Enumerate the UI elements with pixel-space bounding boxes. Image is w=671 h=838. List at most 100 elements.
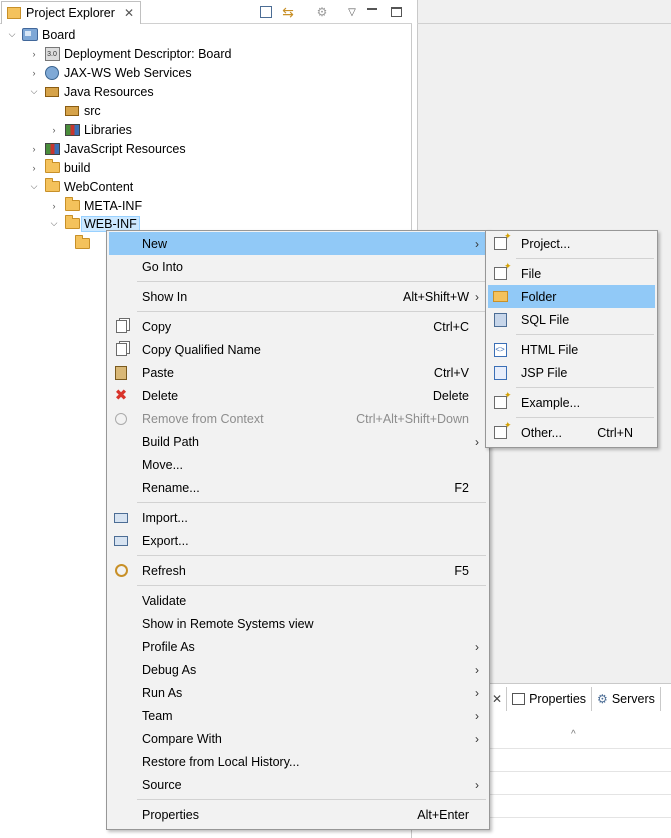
menu-item-compare-with[interactable]: Compare With › [109,727,487,750]
submenu-item-file[interactable]: File [488,261,655,285]
tree-item-libraries[interactable]: › Libraries [48,120,132,139]
menu-item-properties[interactable]: Properties Alt+Enter [109,803,487,826]
collapsed-chevron-icon[interactable]: › [28,68,40,78]
context-menu: New › Go Into Show In Alt+Shift+W › Copy… [106,230,490,830]
menu-item-copy[interactable]: Copy Ctrl+C [109,315,487,338]
menu-item-source[interactable]: Source › [109,773,487,796]
jsp-file-icon [492,365,508,381]
menu-separator [516,258,654,259]
menu-item-export[interactable]: Export... [109,529,487,552]
minimize-icon[interactable] [364,4,380,20]
expanded-chevron-icon[interactable]: ⌵ [28,181,40,192]
submenu-item-example[interactable]: Example... [488,390,655,414]
submenu-arrow-icon: › [475,289,479,304]
new-other-icon [492,420,512,441]
export-icon [113,533,129,549]
expanded-chevron-icon[interactable]: ⌵ [48,218,60,229]
menu-item-rename[interactable]: Rename... F2 [109,476,487,499]
tab-servers[interactable]: ⚙ Servers [592,687,661,711]
menu-item-delete[interactable]: ✖ Delete Delete [109,384,487,407]
menu-item-validate[interactable]: Validate [109,589,487,612]
submenu-item-jsp-file[interactable]: JSP File [488,361,655,384]
tab-properties[interactable]: Properties [507,687,593,711]
sort-caret-icon[interactable]: ^ [571,729,576,740]
view-menu-icon[interactable]: ▽ [344,4,360,20]
menu-item-go-into[interactable]: Go Into [109,255,487,278]
collapsed-chevron-icon[interactable]: › [28,144,40,154]
paste-icon [113,365,129,381]
collapsed-chevron-icon[interactable]: › [48,201,60,211]
submenu-arrow-icon: › [475,434,479,449]
tree-item-board[interactable]: ⌵ Board [6,25,76,44]
menu-item-remove-from-context: Remove from Context Ctrl+Alt+Shift+Down [109,407,487,430]
tree-item-web-inf-child[interactable] [70,234,94,253]
explorer-header: Project Explorer ✕ ⇆ ⚙ ▽ [0,0,412,24]
tree-item-label: WebContent [64,179,134,194]
menu-separator [137,585,486,586]
tree-item-jaxws[interactable]: › JAX-WS Web Services [28,63,192,82]
collapsed-chevron-icon[interactable]: › [28,49,40,59]
menu-item-refresh[interactable]: Refresh F5 [109,559,487,582]
submenu-item-project[interactable]: Project... [488,231,655,255]
servers-icon: ⚙ [597,692,608,706]
tree-item-build[interactable]: › build [28,158,90,177]
folder-icon [64,215,80,232]
properties-icon [512,693,526,705]
project-icon [22,27,38,43]
copy-icon [113,319,129,335]
menu-item-run-as[interactable]: Run As › [109,681,487,704]
html-file-icon: <> [492,342,508,358]
expanded-chevron-icon[interactable]: ⌵ [28,86,40,97]
grid-line [488,748,671,749]
submenu-arrow-icon: › [475,236,479,251]
tree-item-meta-inf[interactable]: › META-INF [48,196,142,215]
submenu-arrow-icon: › [475,639,479,654]
submenu-item-folder[interactable]: Folder [488,285,655,308]
tree-item-java-resources[interactable]: ⌵ Java Resources [28,82,154,101]
menu-item-paste[interactable]: Paste Ctrl+V [109,361,487,384]
menu-item-profile-as[interactable]: Profile As › [109,635,487,658]
tree-item-javascript-resources[interactable]: › JavaScript Resources [28,139,186,158]
submenu-arrow-icon: › [475,777,479,792]
collapsed-chevron-icon[interactable]: › [28,163,40,173]
collapse-all-icon[interactable] [258,4,274,20]
link-with-editor-icon[interactable]: ⇆ [280,4,296,20]
tree-item-label: build [64,160,91,175]
menu-item-show-in[interactable]: Show In Alt+Shift+W › [109,285,487,308]
menu-separator [516,387,654,388]
close-icon[interactable]: ✕ [124,6,134,20]
menu-item-restore-from-local-history[interactable]: Restore from Local History... [109,750,487,773]
tab-title: Project Explorer [26,6,115,20]
tree-item-webcontent[interactable]: ⌵ WebContent [28,177,133,196]
tree-item-label: Deployment Descriptor: Board [64,46,232,61]
menu-item-copy-qualified-name[interactable]: Copy Qualified Name [109,338,487,361]
submenu-item-sql-file[interactable]: SQL File [488,308,655,331]
expanded-chevron-icon[interactable]: ⌵ [6,29,18,40]
menu-item-build-path[interactable]: Build Path › [109,430,487,453]
project-explorer-icon [7,7,21,19]
collapsed-chevron-icon[interactable]: › [48,125,60,135]
close-icon[interactable]: ✕ [488,687,508,711]
filter-icon[interactable]: ⚙ [314,4,330,20]
tab-label: Servers [611,692,655,706]
tab-label: Properties [529,692,587,706]
menu-item-move[interactable]: Move... [109,453,487,476]
tab-project-explorer[interactable]: Project Explorer ✕ [1,1,141,24]
menu-separator [137,555,486,556]
menu-item-new[interactable]: New › [109,232,487,255]
folder-icon [64,197,80,214]
menu-item-team[interactable]: Team › [109,704,487,727]
submenu-item-html-file[interactable]: <> HTML File [488,338,655,361]
new-submenu: Project... File Folder SQL File <> HTML … [485,230,658,448]
tree-item-label: JAX-WS Web Services [64,65,192,80]
tree-item-src[interactable]: src [48,101,101,120]
package-folder-icon [64,103,80,119]
menu-item-debug-as[interactable]: Debug As › [109,658,487,681]
submenu-item-other[interactable]: Other... Ctrl+N [488,420,655,444]
menu-item-show-in-remote-systems[interactable]: Show in Remote Systems view [109,612,487,635]
tree-item-label: Java Resources [64,84,154,99]
tree-item-deployment-descriptor[interactable]: › 3.0 Deployment Descriptor: Board [28,44,231,63]
maximize-icon[interactable] [388,4,404,20]
menu-separator [137,799,486,800]
menu-item-import[interactable]: Import... [109,506,487,529]
